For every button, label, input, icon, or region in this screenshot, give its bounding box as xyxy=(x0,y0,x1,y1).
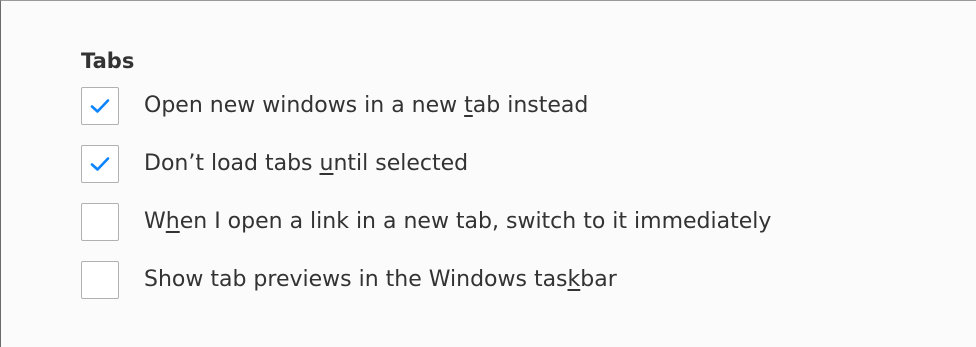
section-title: Tabs xyxy=(81,49,135,73)
option-dont-load-tabs-until-selected[interactable]: Don’t load tabs until selected xyxy=(81,145,771,183)
option-label: When I open a link in a new tab, switch … xyxy=(144,209,772,234)
checkbox-show-tab-previews[interactable] xyxy=(81,261,119,299)
preferences-panel: Tabs Open new windows in a new tab inste… xyxy=(0,0,976,347)
option-switch-to-new-tab[interactable]: When I open a link in a new tab, switch … xyxy=(81,203,771,241)
checkmark-icon xyxy=(90,157,110,171)
checkmark-icon xyxy=(90,99,110,113)
option-label: Show tab previews in the Windows taskbar xyxy=(144,267,617,292)
tabs-section: Tabs Open new windows in a new tab inste… xyxy=(81,47,771,299)
option-label: Open new windows in a new tab instead xyxy=(144,93,589,118)
checkbox-open-new-windows-in-tab[interactable] xyxy=(81,87,119,125)
access-key: u xyxy=(319,151,334,176)
access-key: k xyxy=(567,267,581,292)
option-open-new-windows-in-tab[interactable]: Open new windows in a new tab instead xyxy=(81,87,771,125)
access-key: h xyxy=(165,209,180,234)
checkbox-switch-to-new-tab[interactable] xyxy=(81,203,119,241)
option-label: Don’t load tabs until selected xyxy=(144,151,469,176)
checkbox-dont-load-tabs-until-selected[interactable] xyxy=(81,145,119,183)
access-key: t xyxy=(464,93,473,118)
option-show-tab-previews[interactable]: Show tab previews in the Windows taskbar xyxy=(81,261,771,299)
